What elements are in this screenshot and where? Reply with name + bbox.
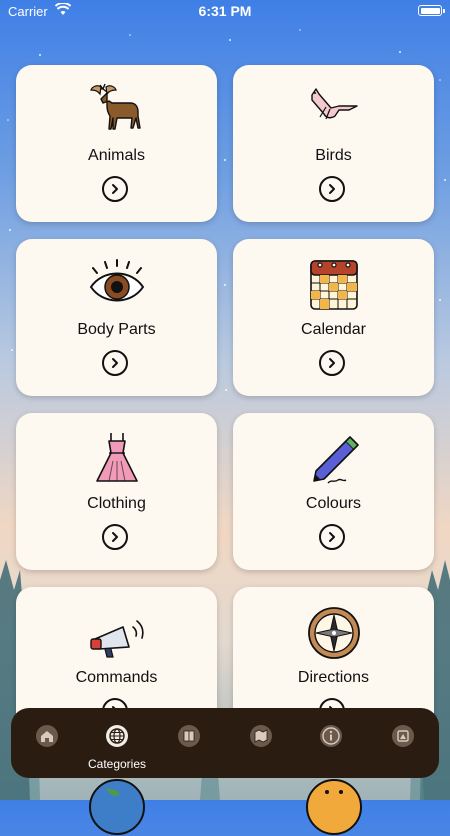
face-category-icon <box>305 778 363 836</box>
category-label: Commands <box>75 669 158 686</box>
category-label: Directions <box>297 669 370 686</box>
bottom-tab-bar: Categories <box>11 708 439 778</box>
tab-info[interactable] <box>301 724 361 768</box>
category-label: Clothing <box>87 495 146 512</box>
tab-book[interactable] <box>159 724 219 768</box>
battery-icon <box>418 5 445 16</box>
tab-categories-label: Categories <box>87 757 147 771</box>
chevron-right-icon[interactable] <box>102 524 128 550</box>
category-card-colours[interactable]: Colours <box>233 413 434 570</box>
chevron-right-icon[interactable] <box>319 524 345 550</box>
category-card-clothing[interactable]: Clothing <box>16 413 217 570</box>
category-label: Calendar <box>301 321 366 338</box>
tab-categories[interactable]: Categories <box>87 724 147 771</box>
pen-icon <box>312 436 359 484</box>
bird-icon <box>310 88 358 120</box>
chevron-right-icon[interactable] <box>102 176 128 202</box>
chevron-right-icon[interactable] <box>319 176 345 202</box>
map-icon <box>250 725 272 747</box>
category-card-body-parts[interactable]: Body Parts <box>16 239 217 396</box>
info-icon <box>320 725 342 747</box>
chevron-right-icon[interactable] <box>102 350 128 376</box>
profile-icon <box>392 725 414 747</box>
home-icon <box>36 725 58 747</box>
category-card-birds[interactable]: Birds <box>233 65 434 222</box>
dress-icon <box>95 433 138 482</box>
category-label: Body Parts <box>77 321 156 338</box>
globe-icon <box>106 725 128 747</box>
tab-profile[interactable] <box>373 724 433 768</box>
status-bar: Carrier 6:31 PM <box>0 0 450 22</box>
category-label: Animals <box>88 147 145 164</box>
status-time: 6:31 PM <box>198 3 252 19</box>
moose-icon <box>89 83 141 130</box>
category-card-calendar[interactable]: Calendar <box>233 239 434 396</box>
eye-icon <box>89 259 144 302</box>
tab-map[interactable] <box>231 724 291 768</box>
book-icon <box>178 725 200 747</box>
globe-category-icon <box>88 778 146 836</box>
category-label: Birds <box>315 147 352 164</box>
compass-icon <box>307 607 360 659</box>
tab-home[interactable] <box>17 724 77 768</box>
calendar-icon <box>309 260 358 310</box>
category-card-animals[interactable]: Animals <box>16 65 217 222</box>
category-label: Colours <box>305 495 362 512</box>
chevron-right-icon[interactable] <box>319 350 345 376</box>
megaphone-icon <box>89 620 144 658</box>
